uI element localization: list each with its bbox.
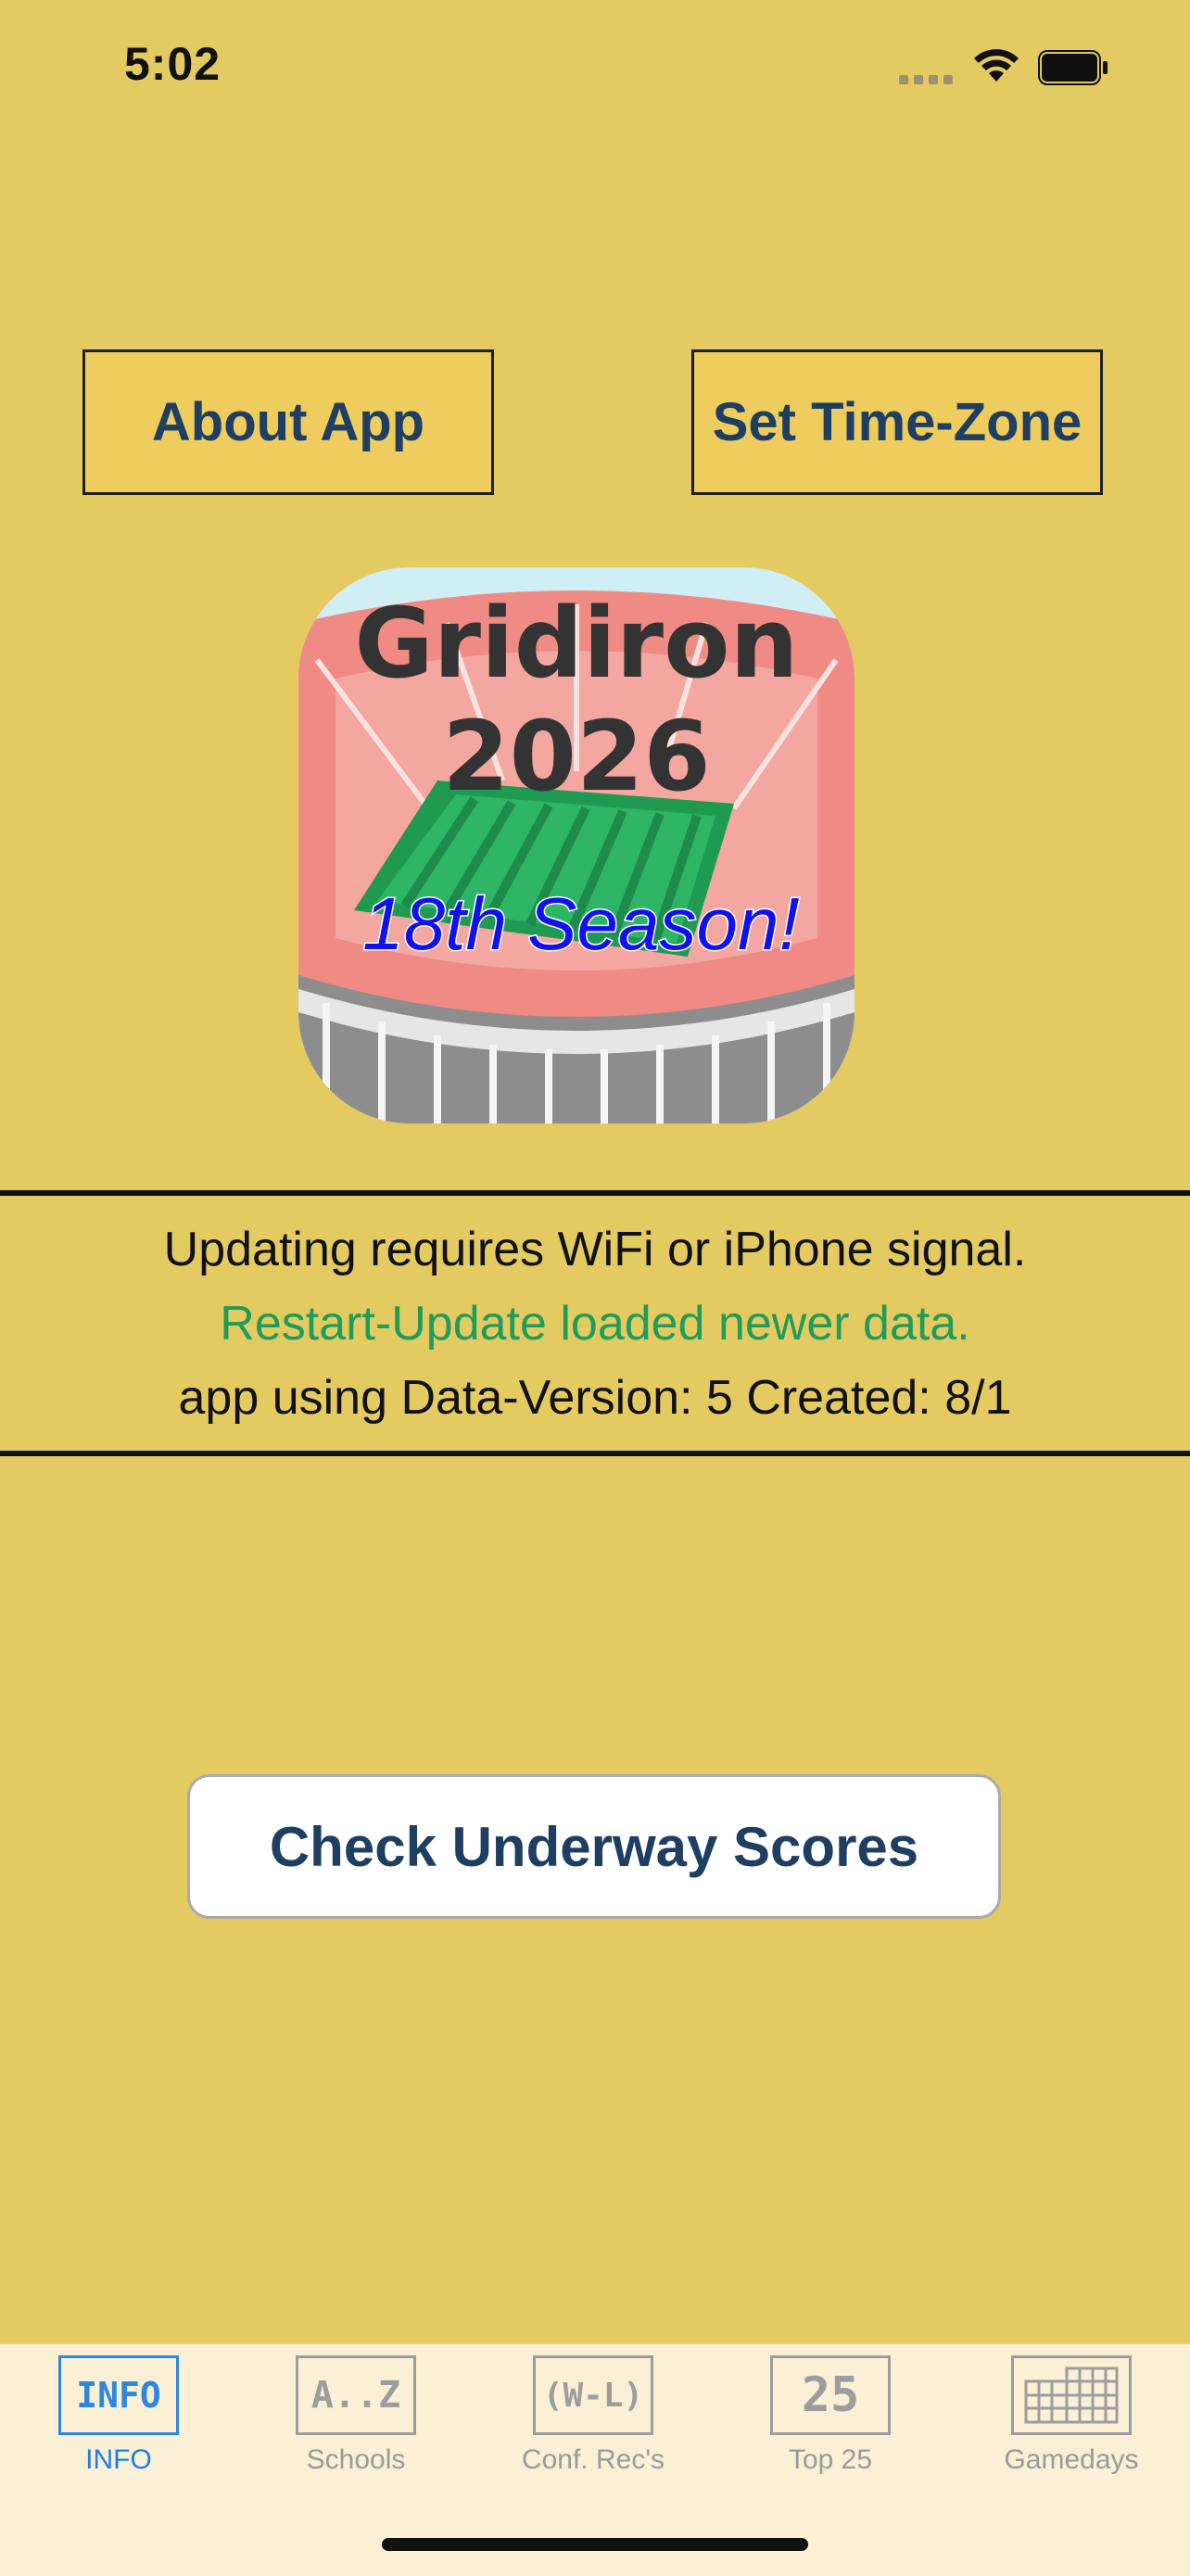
calendar-grid-icon [1011,2355,1132,2435]
divider-bottom [0,1451,1190,1456]
top-25-icon: 25 [770,2355,891,2435]
alphabet-icon: A..Z [296,2355,416,2435]
data-version: app using Data-Version: 5 Created: 8/1 [178,1371,1012,1425]
tab-label: Top 25 [788,2444,873,2475]
divider-top [0,1190,1190,1196]
about-app-button[interactable]: About App [82,349,494,495]
win-loss-icon: (W-L) [533,2355,653,2435]
home-indicator [382,2538,808,2551]
battery-icon [1038,50,1108,85]
app-icon: Gridiron 2026 18th Season! [298,567,855,1123]
tab-schools[interactable]: A..Z Schools [237,2344,475,2493]
tab-label: Schools [306,2444,406,2475]
tab-label: Gamedays [1004,2444,1139,2475]
app-icon-title-line2: 2026 [442,700,710,813]
wifi-icon [974,49,1019,82]
status-time: 5:02 [124,38,222,90]
cellular-signal-icon [899,72,958,89]
app-icon-title-line1: Gridiron [354,587,798,700]
info-icon: INFO [58,2355,179,2435]
connectivity-note: Updating requires WiFi or iPhone signal. [163,1223,1027,1276]
tab-label: Conf. Rec's [521,2444,665,2475]
tab-info[interactable]: INFO INFO [0,2344,237,2493]
check-underway-scores-button[interactable]: Check Underway Scores [187,1774,1001,1919]
set-time-zone-button[interactable]: Set Time-Zone [691,349,1103,495]
tab-label: INFO [85,2444,152,2475]
tab-top-25[interactable]: 25 Top 25 [712,2344,949,2493]
tab-gamedays[interactable]: Gamedays [953,2344,1190,2493]
tab-conference-records[interactable]: (W-L) Conf. Rec's [475,2344,712,2493]
update-status: Restart-Update loaded newer data. [220,1297,970,1351]
app-icon-subtitle: 18th Season! [362,882,799,965]
